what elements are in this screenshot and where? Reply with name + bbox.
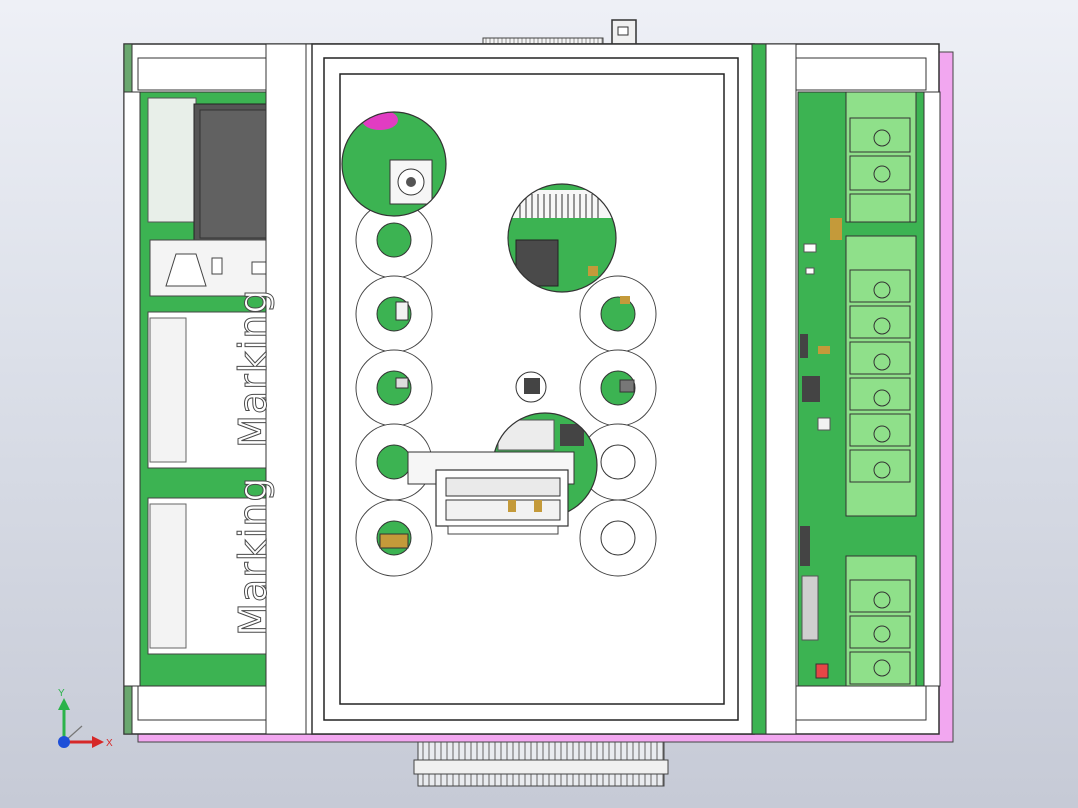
terminal-block-top bbox=[845, 91, 917, 223]
axis-triad: Y X bbox=[58, 688, 113, 749]
triad-x-label: X bbox=[106, 738, 113, 749]
marking-label-top: Marking bbox=[231, 288, 276, 448]
triad-y-label: Y bbox=[58, 688, 65, 699]
terminal-block-middle bbox=[845, 235, 917, 517]
top-rail-clip bbox=[482, 19, 637, 47]
cad-viewport bbox=[123, 19, 954, 787]
led-window-column-left bbox=[355, 201, 433, 577]
marking-label-bottom: Marking bbox=[231, 476, 276, 636]
terminal-block-bottom bbox=[845, 555, 917, 687]
